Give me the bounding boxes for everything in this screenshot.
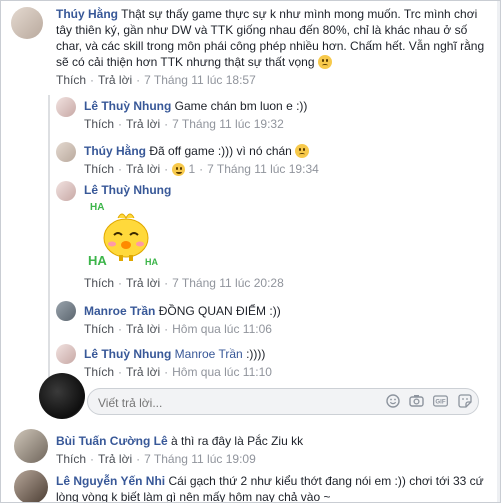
reply-link[interactable]: Trả lời bbox=[98, 452, 132, 466]
current-user-avatar bbox=[39, 373, 85, 419]
comment-actions: Thích · Trả lời · 1 · 7 Tháng 11 lúc 19:34 bbox=[84, 162, 319, 176]
like-link[interactable]: Thích bbox=[84, 117, 114, 131]
sticker-icon[interactable] bbox=[457, 393, 472, 408]
timestamp[interactable]: Hôm qua lúc 11:06 bbox=[172, 322, 272, 336]
reply-comment-actions-wrapper: Thích · Trả lời · 7 Tháng 11 lúc 20:28 bbox=[84, 276, 484, 290]
emoji-icon[interactable] bbox=[385, 393, 400, 408]
reply-link[interactable]: Trả lời bbox=[98, 73, 132, 87]
commenter-name[interactable]: Lê Thuỳ Nhung bbox=[84, 347, 171, 361]
reply-comment: Manroe Trần ĐỒNG QUAN ĐIỂM :)) Thích · Trả… bbox=[84, 303, 484, 336]
reply-link[interactable]: Trả lời bbox=[126, 365, 160, 379]
reply-comment: Thúy Hằng Đã off game :))) vì nó chán Th… bbox=[84, 143, 484, 176]
sad-emoji-icon bbox=[317, 55, 332, 69]
comment-actions: Thích · Trả lời · 7 Tháng 11 lúc 20:28 bbox=[84, 276, 284, 290]
sticker[interactable]: HA HA HA bbox=[88, 198, 166, 272]
commenter-name[interactable]: Thúy Hằng bbox=[84, 144, 146, 158]
avatar[interactable] bbox=[56, 142, 76, 162]
mention-tag[interactable]: Lê bbox=[154, 434, 168, 448]
comment-text: à thì ra đây là Pắc Ziu kk bbox=[171, 434, 304, 448]
mention-tag[interactable]: Manroe Trần bbox=[175, 347, 243, 361]
commenter-name[interactable]: Lê Thuỳ Nhung bbox=[84, 183, 171, 197]
comment-thread-panel: Thúy Hằng Thật sự thấy game thực sự k nh… bbox=[0, 0, 501, 503]
like-link[interactable]: Thích bbox=[84, 162, 114, 176]
avatar[interactable] bbox=[11, 7, 43, 39]
gif-icon[interactable]: GIF bbox=[433, 393, 448, 408]
composer-icons: GIF bbox=[385, 393, 472, 408]
timestamp[interactable]: 7 Tháng 11 lúc 19:09 bbox=[144, 452, 256, 466]
reply-composer[interactable]: GIF bbox=[87, 388, 479, 415]
timestamp[interactable]: 7 Tháng 11 lúc 19:34 bbox=[207, 162, 319, 176]
comment-text: Đã off game :))) vì nó chán bbox=[149, 144, 292, 158]
reply-input[interactable] bbox=[96, 393, 340, 412]
like-link[interactable]: Thích bbox=[56, 73, 86, 87]
comment-text: Game chán bm luon e :)) bbox=[174, 99, 308, 113]
reply-comment: Lê Thuỳ Nhung bbox=[84, 182, 484, 198]
svg-text:GIF: GIF bbox=[435, 398, 445, 405]
like-link[interactable]: Thích bbox=[56, 452, 86, 466]
commenter-name[interactable]: Bùi Tuấn Cường bbox=[56, 434, 150, 448]
laugh-reaction-icon[interactable] bbox=[172, 163, 186, 176]
avatar[interactable] bbox=[56, 301, 76, 321]
commenter-name[interactable]: Lê Thuỳ Nhung bbox=[84, 99, 171, 113]
comment-actions: Thích · Trả lời · 7 Tháng 11 lúc 19:32 bbox=[84, 117, 284, 131]
reply-link[interactable]: Trả lời bbox=[126, 322, 160, 336]
timestamp[interactable]: 7 Tháng 11 lúc 18:57 bbox=[144, 73, 256, 87]
avatar[interactable] bbox=[56, 181, 76, 201]
commenter-name[interactable]: Manroe Trần bbox=[84, 304, 155, 318]
comment-actions: Thích · Trả lời · 7 Tháng 11 lúc 19:09 bbox=[56, 452, 256, 466]
commenter-name[interactable]: Thúy Hằng bbox=[56, 7, 118, 21]
like-link[interactable]: Thích bbox=[84, 365, 114, 379]
timestamp[interactable]: 7 Tháng 11 lúc 20:28 bbox=[172, 276, 284, 290]
timestamp[interactable]: 7 Tháng 11 lúc 19:32 bbox=[172, 117, 284, 131]
avatar[interactable] bbox=[14, 429, 48, 463]
commenter-name[interactable]: Lê Nguyễn Yến Nhi bbox=[56, 474, 165, 488]
like-link[interactable]: Thích bbox=[84, 276, 114, 290]
comment-text: :)))) bbox=[246, 347, 266, 361]
reply-link[interactable]: Trả lời bbox=[126, 276, 160, 290]
comment-actions: Thích · Trả lời · Hôm qua lúc 11:10 bbox=[84, 365, 272, 379]
reply-comment: Lê Thuỳ Nhung Game chán bm luon e :)) Th… bbox=[84, 98, 484, 131]
timestamp[interactable]: Hôm qua lúc 11:10 bbox=[172, 365, 272, 379]
reaction-count[interactable]: 1 bbox=[188, 162, 195, 176]
sticker-text: HA bbox=[145, 257, 158, 267]
reply-link[interactable]: Trả lời bbox=[126, 117, 160, 131]
camera-icon[interactable] bbox=[409, 393, 424, 408]
comment-actions: Thích · Trả lời · Hôm qua lúc 11:06 bbox=[84, 322, 272, 336]
comment: Lê Nguyễn Yến Nhi Cái gạch thứ 2 như kiể… bbox=[56, 473, 486, 502]
comment-text: Thật sự thấy game thực sự k như mình mon… bbox=[56, 7, 485, 69]
sticker-text: HA bbox=[88, 253, 107, 268]
avatar[interactable] bbox=[14, 470, 48, 502]
comment-actions: Thích · Trả lời · 7 Tháng 11 lúc 18:57 bbox=[56, 73, 256, 87]
comment: Bùi Tuấn Cường Lê à thì ra đây là Pắc Zi… bbox=[56, 433, 486, 466]
thread-line bbox=[48, 95, 50, 377]
avatar[interactable] bbox=[56, 97, 76, 117]
comment-text: ĐỒNG QUAN ĐIỂM :)) bbox=[158, 304, 281, 318]
scrollbar[interactable] bbox=[497, 1, 500, 502]
reply-comment: Lê Thuỳ Nhung Manroe Trần :)))) Thích · Tr… bbox=[84, 346, 484, 379]
sticker-text: HA bbox=[90, 202, 105, 213]
like-link[interactable]: Thích bbox=[84, 322, 114, 336]
comment: Thúy Hằng Thật sự thấy game thực sự k nh… bbox=[56, 6, 486, 87]
avatar[interactable] bbox=[56, 344, 76, 364]
reply-link[interactable]: Trả lời bbox=[126, 162, 160, 176]
sad-emoji-icon bbox=[295, 144, 310, 158]
